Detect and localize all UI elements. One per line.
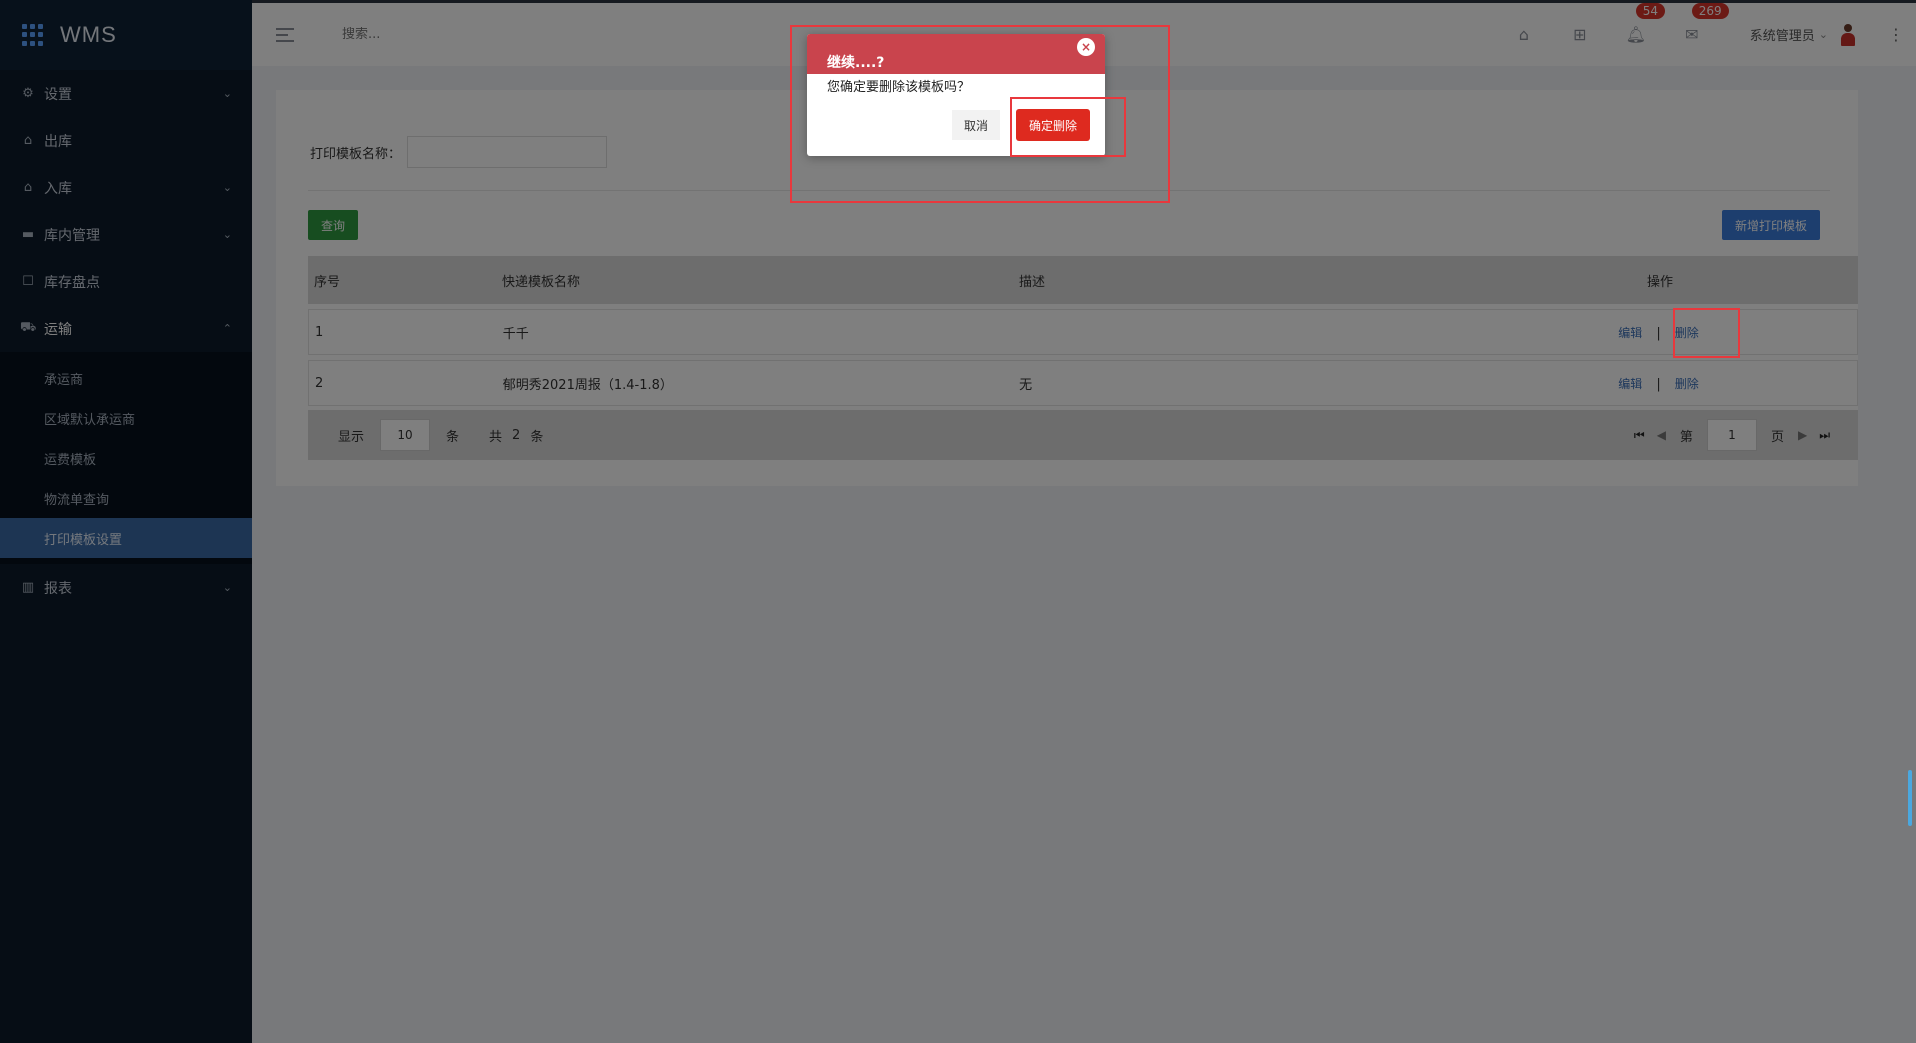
annotation-confirm-box (1010, 97, 1126, 157)
scrollbar-handle[interactable] (1908, 770, 1912, 826)
annotation-delete-box (1673, 308, 1740, 358)
